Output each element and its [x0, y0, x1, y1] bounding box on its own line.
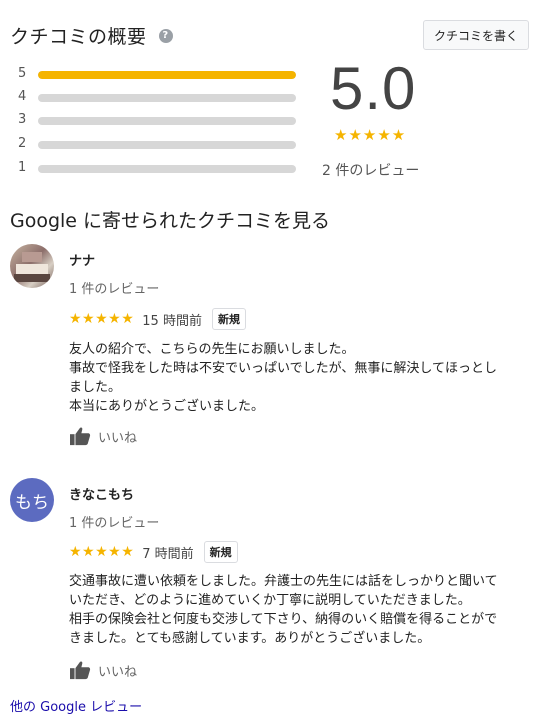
reviewer-review-count: 1 件のレビュー: [69, 516, 160, 531]
new-badge: 新規: [211, 308, 246, 330]
section-heading: Google に寄せられたクチコミを見る: [10, 210, 331, 232]
review-stars: ★★★★★: [69, 311, 135, 327]
reviewer-name[interactable]: きなこもち: [69, 484, 134, 503]
like-button[interactable]: いいね: [69, 660, 137, 680]
review-total-count[interactable]: 2 件のレビュー: [322, 160, 419, 180]
write-review-button[interactable]: クチコミを書く: [423, 20, 529, 50]
histogram-row-5[interactable]: 5: [18, 66, 298, 82]
histogram-bar: [38, 117, 296, 125]
histogram-row-1[interactable]: 1: [18, 160, 298, 176]
average-score: 5.0: [330, 55, 417, 122]
histogram-bar: [38, 94, 296, 102]
reviewer-name[interactable]: ナナ: [69, 250, 95, 269]
summary-title-text: クチコミの概要: [10, 26, 147, 48]
histogram-row-3[interactable]: 3: [18, 112, 298, 128]
new-badge: 新規: [203, 541, 238, 563]
histogram-star-label: 5: [18, 66, 27, 81]
reviewer-review-count: 1 件のレビュー: [69, 282, 160, 297]
histogram-bar: [38, 165, 296, 173]
review-time: 7 時間前: [142, 546, 194, 562]
histogram-row-2[interactable]: 2: [18, 136, 298, 152]
review-time: 15 時間前: [142, 313, 202, 329]
review-text: 友人の紹介で、こちらの先生にお願いしました。 事故で怪我をした時は不安でいっぱい…: [69, 342, 497, 414]
histogram-bar: [38, 141, 296, 149]
review-rating-line: ★★★★★ 7 時間前 新規: [69, 541, 238, 563]
avatar[interactable]: もち: [10, 478, 54, 522]
thumbs-up-icon: [70, 427, 91, 446]
avatar-initials: もち: [15, 492, 49, 513]
avatar[interactable]: [10, 244, 54, 288]
review-summary-title: クチコミの概要 ?: [10, 22, 173, 49]
review-stars: ★★★★★: [69, 544, 135, 560]
histogram-bar: [38, 71, 296, 79]
avatar-photo-icon: [14, 252, 50, 282]
like-button[interactable]: いいね: [69, 426, 137, 446]
histogram-fill: [38, 71, 296, 79]
histogram-star-label: 1: [18, 160, 27, 175]
help-icon[interactable]: ?: [158, 28, 173, 43]
review-text: 交通事故に遭い依頼をしました。弁護士の先生には話をしっかりと聞いて いただき、ど…: [69, 574, 498, 646]
average-stars: ★★★★★: [334, 126, 407, 144]
like-label: いいね: [98, 430, 138, 446]
more-google-reviews-link[interactable]: 他の Google レビュー: [10, 696, 142, 715]
like-label: いいね: [98, 664, 138, 680]
thumbs-up-icon: [70, 661, 91, 680]
histogram-star-label: 3: [18, 112, 27, 127]
histogram-star-label: 2: [18, 136, 27, 151]
review-rating-line: ★★★★★ 15 時間前 新規: [69, 308, 246, 330]
histogram-star-label: 4: [18, 89, 27, 104]
histogram-row-4[interactable]: 4: [18, 89, 298, 105]
